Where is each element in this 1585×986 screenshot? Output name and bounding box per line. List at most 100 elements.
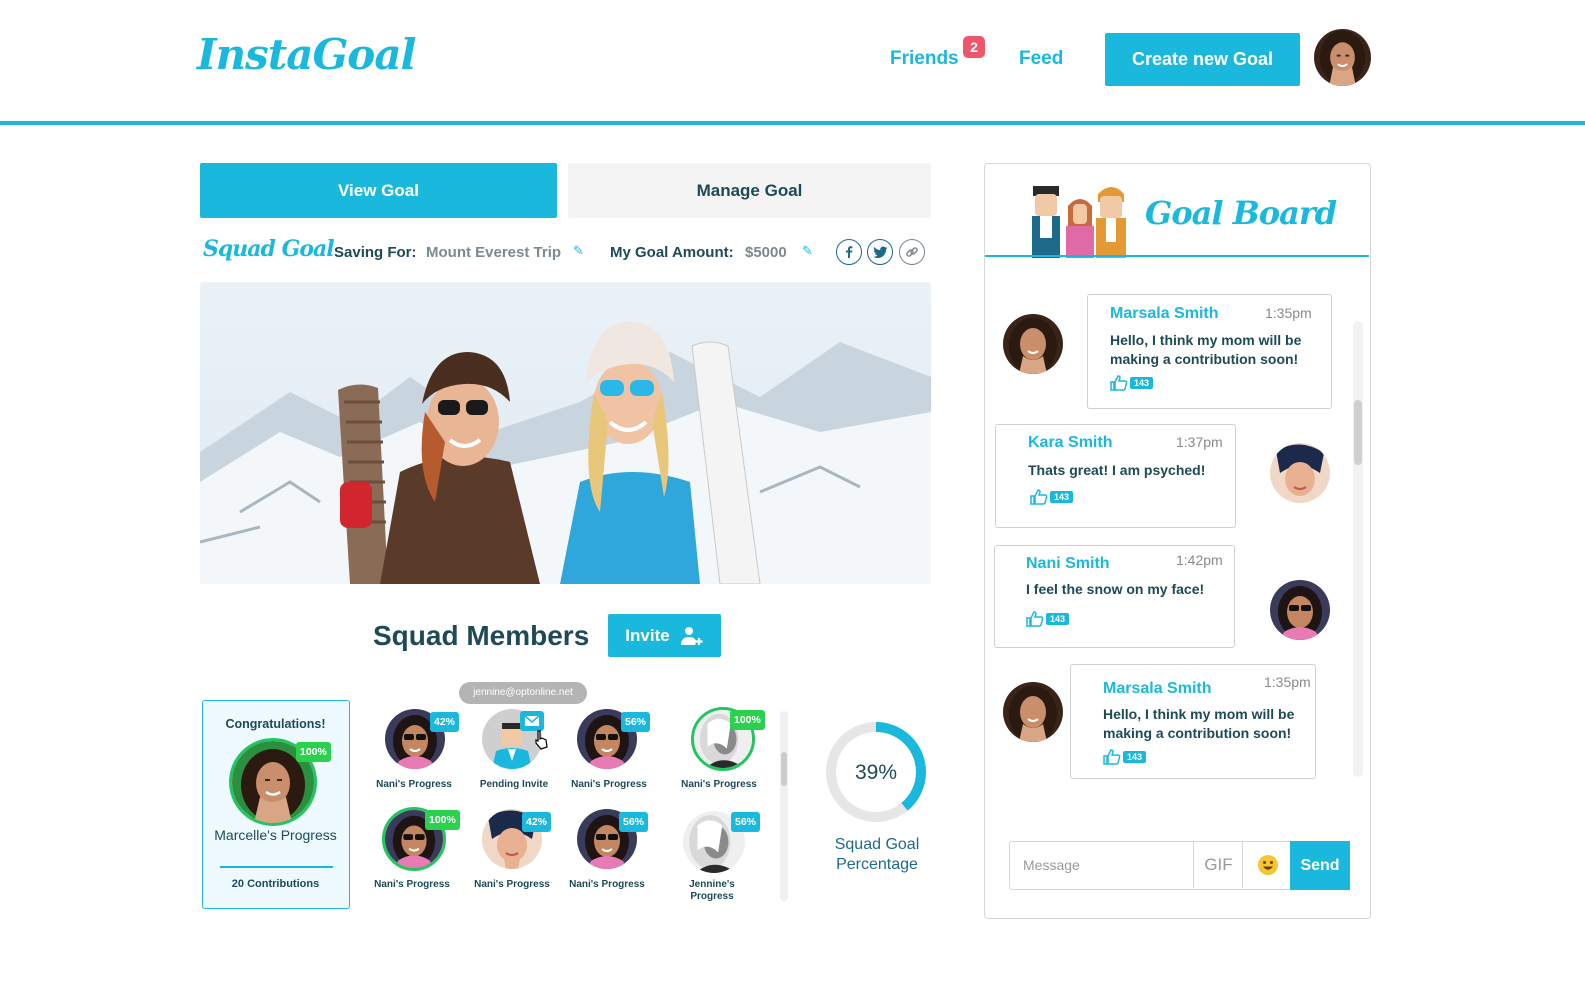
member-label: Nani's Progress <box>376 779 452 790</box>
member-label: Pending Invite <box>479 779 549 790</box>
pencil-icon[interactable]: ✎ <box>802 243 813 259</box>
member-percent-badge: 42% <box>430 712 460 732</box>
message-text: I feel the snow on my face! <box>1026 581 1205 597</box>
invite-button[interactable]: Invite <box>608 614 721 657</box>
chat-message[interactable]: Kara Smith 1:37pm Thats great! I am psyc… <box>995 424 1236 528</box>
member-card[interactable]: 56% Nani's Progress <box>559 709 659 793</box>
member-card[interactable]: 56% Nani's Progress <box>557 809 657 893</box>
squad-percent-value: 39% <box>855 761 897 784</box>
mail-icon[interactable] <box>520 711 544 731</box>
goal-board-panel: Goal Board <box>984 163 1371 919</box>
member-label: Nani's Progress <box>569 879 645 890</box>
thumbs-up-icon <box>1103 749 1121 765</box>
message-author[interactable]: Nani Smith <box>1026 555 1110 573</box>
contributor-percent-badge: 100% <box>296 742 331 762</box>
tab-view-goal[interactable]: View Goal <box>200 163 557 218</box>
user-avatar[interactable] <box>1314 29 1371 86</box>
member-card[interactable]: 100% Nani's Progress <box>362 807 462 893</box>
cursor-icon <box>535 730 548 750</box>
squad-goal-progress-ring: 39% <box>826 722 926 822</box>
goal-cover-image <box>200 282 931 584</box>
tab-manage-goal[interactable]: Manage Goal <box>568 163 931 218</box>
message-time: 1:37pm <box>1176 434 1223 450</box>
sender-avatar[interactable] <box>1003 682 1063 742</box>
sender-avatar[interactable] <box>1270 580 1330 640</box>
member-percent-badge: 100% <box>425 810 460 830</box>
link-icon[interactable] <box>899 239 925 265</box>
emoji-icon <box>1257 855 1278 875</box>
message-composer: GIF Send <box>1009 841 1350 890</box>
member-card[interactable]: 56% Jennine's Progress <box>662 809 762 902</box>
message-input[interactable] <box>1010 842 1194 888</box>
like-count: 143 <box>1123 751 1147 763</box>
message-author[interactable]: Marsala Smith <box>1110 305 1218 323</box>
member-percent-badge: 100% <box>730 710 765 730</box>
message-text: Hello, I think my mom will be making a c… <box>1110 332 1302 367</box>
message-time: 1:35pm <box>1265 305 1312 321</box>
thumbs-up-icon <box>1030 489 1048 505</box>
board-scrollbar-thumb[interactable] <box>1354 400 1362 465</box>
member-label: Nani's Progress <box>374 879 450 890</box>
chat-message[interactable]: Marsala Smith 1:35pm Hello, I think my m… <box>1070 664 1316 779</box>
like-button[interactable]: 143 <box>1110 375 1154 391</box>
sender-avatar[interactable] <box>1003 314 1063 374</box>
squad-percent-label: Squad Goal Percentage <box>834 836 920 873</box>
facebook-icon[interactable] <box>836 239 862 265</box>
saving-for-value: Mount Everest Trip <box>426 244 562 261</box>
squad-members-heading: Squad Members <box>373 620 590 651</box>
member-card-pending[interactable]: Pending Invite <box>464 709 564 793</box>
divider <box>220 866 333 868</box>
nav-feed-link[interactable]: Feed <box>1019 48 1063 70</box>
like-button[interactable]: 143 <box>1103 749 1147 765</box>
board-scrollbar-track[interactable] <box>1353 321 1363 777</box>
send-button[interactable]: Send <box>1290 841 1350 890</box>
thumbs-up-icon <box>1110 375 1128 391</box>
app-logo[interactable]: InstaGoal <box>197 30 416 79</box>
emoji-button[interactable] <box>1244 842 1291 888</box>
pencil-icon[interactable]: ✎ <box>573 243 584 259</box>
member-label: Nani's Progress <box>474 879 550 890</box>
contributor-name: Marcelle's Progress <box>214 827 337 843</box>
message-author[interactable]: Marsala Smith <box>1103 680 1211 698</box>
member-label: Jennine's Progress <box>689 879 735 902</box>
like-button[interactable]: 143 <box>1026 611 1070 627</box>
chat-message[interactable]: Marsala Smith 1:35pm Hello, I think my m… <box>1087 294 1332 409</box>
nav-friends-link[interactable]: Friends <box>890 48 959 70</box>
members-scrollbar-track[interactable] <box>780 711 788 901</box>
like-count: 143 <box>1046 613 1070 625</box>
like-count: 143 <box>1130 377 1154 389</box>
member-percent-badge: 56% <box>621 712 651 732</box>
goal-board-title: Goal Board <box>1145 194 1337 232</box>
members-scrollbar-thumb[interactable] <box>781 752 787 786</box>
saving-for-label: Saving For: <box>334 244 417 261</box>
chat-message[interactable]: Nani Smith 1:42pm I feel the snow on my … <box>994 545 1235 648</box>
like-button[interactable]: 143 <box>1030 489 1074 505</box>
twitter-icon[interactable] <box>867 239 893 265</box>
member-card[interactable]: 42% Nani's Progress <box>364 709 464 793</box>
message-text: Hello, I think my mom will be making a c… <box>1103 706 1295 741</box>
squad-goal-brand: Squad Goal <box>203 236 335 262</box>
congrats-title: Congratulations! <box>225 717 326 731</box>
goal-amount-value: $5000 <box>745 244 787 261</box>
goal-amount-label: My Goal Amount: <box>610 244 734 261</box>
invite-email-tooltip: jennine@optonline.net <box>459 682 587 704</box>
member-label: Nani's Progress <box>571 779 647 790</box>
message-text: Thats great! I am psyched! <box>1028 462 1206 478</box>
create-goal-button[interactable]: Create new Goal <box>1105 33 1300 86</box>
like-count: 143 <box>1050 491 1074 503</box>
contribution-count: 20 Contributions <box>231 878 320 890</box>
thumbs-up-icon <box>1026 611 1044 627</box>
member-card[interactable]: 100% Nani's Progress <box>669 707 769 793</box>
member-card[interactable]: 42% Nani's Progress <box>462 809 562 893</box>
sender-avatar[interactable] <box>1270 443 1330 503</box>
top-header: InstaGoal Friends 2 Feed Create new Goal <box>0 0 1585 125</box>
invite-button-label: Invite <box>625 625 670 645</box>
message-time: 1:42pm <box>1176 552 1223 568</box>
add-user-icon <box>680 626 703 645</box>
message-author[interactable]: Kara Smith <box>1028 434 1112 452</box>
member-percent-badge: 56% <box>731 812 761 832</box>
friends-illustration <box>1032 186 1126 258</box>
gif-button[interactable]: GIF <box>1195 842 1243 888</box>
member-percent-badge: 42% <box>522 812 552 832</box>
top-contributor-card: Congratulations! 100% Marcelle's Progres… <box>202 700 350 909</box>
